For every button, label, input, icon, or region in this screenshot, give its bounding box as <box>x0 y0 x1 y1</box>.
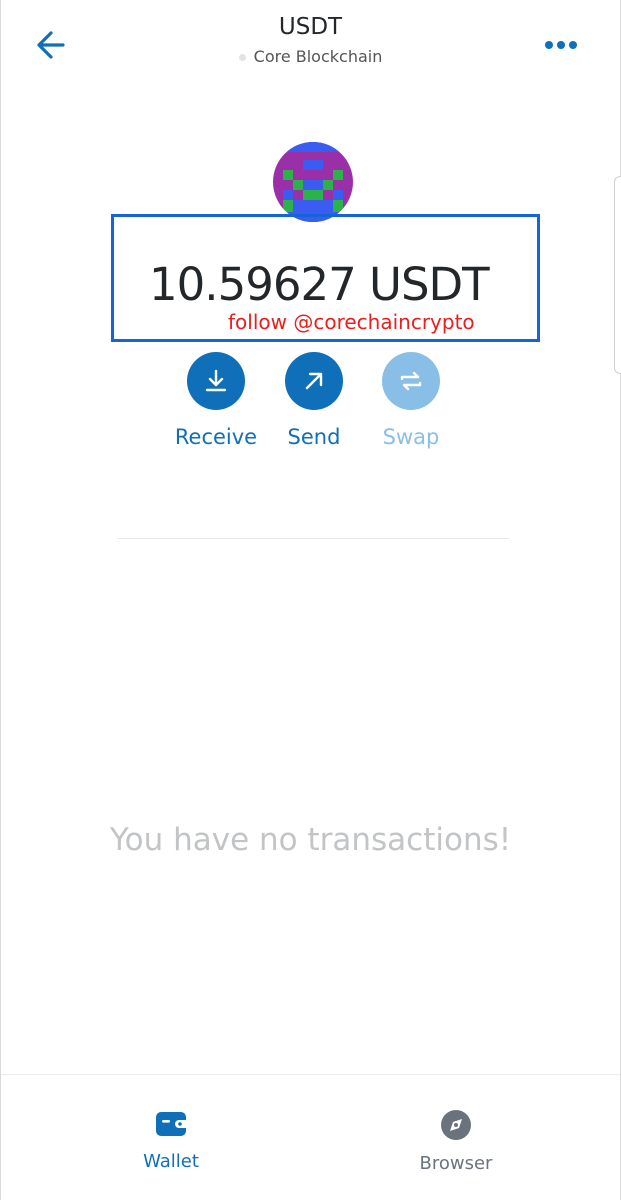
bottom-nav: Wallet Browser <box>1 1074 620 1200</box>
swap-circle <box>382 352 440 410</box>
nav-tab-browser[interactable]: Browser <box>386 1109 526 1174</box>
download-icon <box>205 369 227 392</box>
send-button[interactable]: Send <box>264 352 364 449</box>
nav-tab-wallet[interactable]: Wallet <box>101 1109 241 1172</box>
token-balance: 10.59627 USDT <box>149 258 490 311</box>
watermark-text: follow @corechaincrypto <box>228 310 475 334</box>
more-dots-icon <box>545 41 577 49</box>
swap-arrows-icon <box>400 371 422 391</box>
swap-label: Swap <box>382 425 440 449</box>
receive-circle <box>187 352 245 410</box>
side-scroll-handle[interactable] <box>614 176 621 374</box>
page-title: USDT <box>278 14 343 40</box>
send-circle <box>285 352 343 410</box>
nav-label-wallet: Wallet <box>143 1151 199 1172</box>
receive-label: Receive <box>174 425 258 449</box>
receive-button[interactable]: Receive <box>166 352 266 449</box>
send-label: Send <box>287 425 341 449</box>
swap-button[interactable]: Swap <box>361 352 461 449</box>
network-name: Core Blockchain <box>253 47 383 66</box>
more-options-button[interactable] <box>544 36 580 54</box>
compass-icon <box>441 1110 471 1140</box>
network-dot-icon <box>238 54 246 61</box>
empty-transactions-message: You have no transactions! <box>109 822 512 858</box>
network-label: Core Blockchain <box>1 47 620 66</box>
arrow-up-right-icon <box>305 372 323 390</box>
token-identicon <box>273 142 353 222</box>
identicon-icon <box>273 142 353 222</box>
token-detail-screen: USDT Core Blockchain 10.59627 USDT follo… <box>0 0 621 1200</box>
wallet-icon <box>156 1112 186 1136</box>
header: USDT Core Blockchain <box>1 0 620 80</box>
nav-label-browser: Browser <box>419 1153 493 1174</box>
divider <box>117 538 509 539</box>
